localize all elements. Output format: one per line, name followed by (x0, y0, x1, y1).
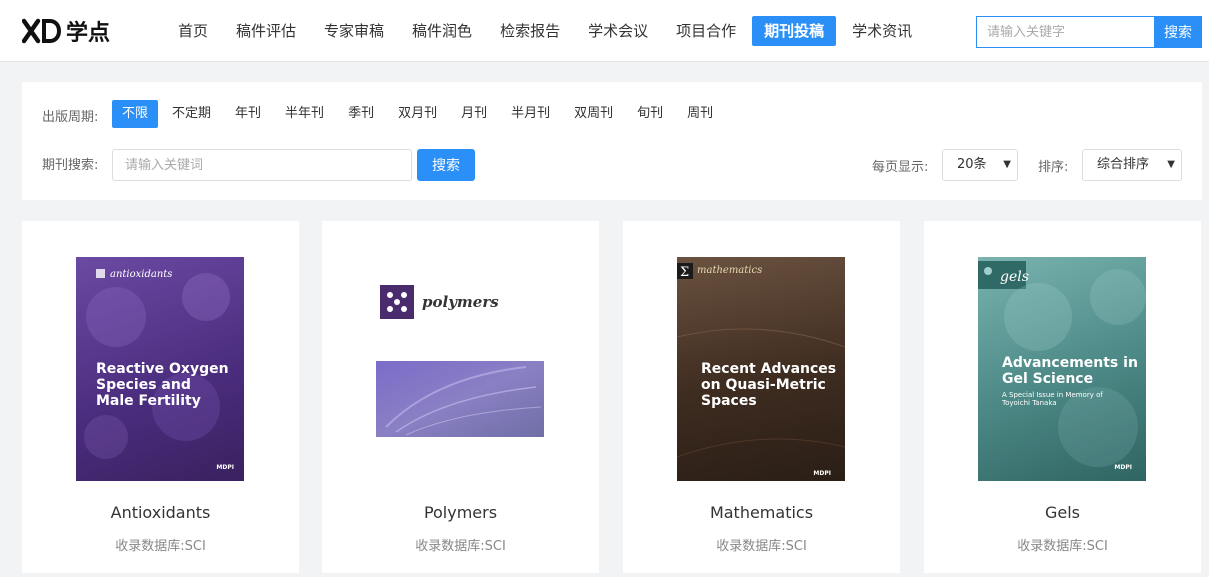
journal-cover-image[interactable]: antioxidants Reactive Oxygen Species and… (76, 257, 244, 481)
filter-panel: 出版周期: 不限 不定期 年刊 半年刊 季刊 双月刊 月刊 半月刊 双周刊 旬刊… (22, 82, 1202, 200)
main-nav: 首页 稿件评估 专家审稿 稿件润色 检索报告 学术会议 项目合作 期刊投稿 学术… (166, 16, 928, 46)
journal-name[interactable]: Polymers (322, 503, 599, 522)
frequency-option[interactable]: 半年刊 (275, 100, 334, 128)
per-page-label: 每页显示: (872, 160, 929, 175)
db-value: SCI (1086, 539, 1108, 554)
caret-down-icon: ▼ (1003, 159, 1011, 170)
journal-database: 收录数据库:SCI (924, 535, 1201, 554)
publisher-logo: MDPI (1114, 464, 1132, 471)
frequency-option[interactable]: 半月刊 (501, 100, 560, 128)
frequency-options: 不限 不定期 年刊 半年刊 季刊 双月刊 月刊 半月刊 双周刊 旬刊 周刊 (112, 100, 727, 128)
journal-search-button[interactable]: 搜索 (417, 149, 475, 181)
journal-cover-image[interactable]: Σ mathematics Recent Advances on Quasi-M… (677, 257, 845, 481)
cover-journal-name: polymers (422, 293, 499, 311)
cover-title-line: Recent Advances (701, 361, 837, 377)
frequency-option[interactable]: 周刊 (677, 100, 723, 128)
cover-title-line: on Quasi-Metric (701, 377, 826, 394)
frequency-option[interactable]: 季刊 (338, 100, 384, 128)
frequency-label: 出版周期: (42, 110, 99, 125)
cover-journal-name: mathematics (697, 265, 763, 276)
cover-title: Recent Advances on Quasi-Metric Spaces (701, 361, 836, 409)
journal-database: 收录数据库:SCI (22, 535, 299, 554)
cover-title-line: Species and (96, 377, 191, 394)
cover-title-line: Male Fertility (96, 393, 201, 410)
journal-card[interactable]: gels Advancements in Gel Science A Speci… (924, 221, 1201, 573)
frequency-option[interactable]: 双周刊 (564, 100, 623, 128)
cover-title-line: Advancements in (1002, 355, 1138, 371)
cover-journal-name: gels (1000, 269, 1029, 285)
nav-item-polishing[interactable]: 稿件润色 (400, 16, 484, 46)
per-page-select[interactable]: 20条 ▼ (942, 149, 1018, 181)
journal-cover-image[interactable]: polymers (376, 257, 544, 481)
cover-title-line: Gel Science (1002, 371, 1094, 388)
journal-name[interactable]: Gels (924, 503, 1201, 522)
cover-subtitle: A Special Issue in Memory of Toyoichi Ta… (1002, 391, 1103, 407)
nav-item-expert-review[interactable]: 专家审稿 (312, 16, 396, 46)
svg-text:Σ: Σ (680, 265, 689, 280)
publisher-logo: MDPI (216, 464, 234, 471)
journal-card[interactable]: antioxidants Reactive Oxygen Species and… (22, 221, 299, 573)
cover-subtitle-line: A Special Issue in Memory of (1002, 391, 1103, 399)
sort-select[interactable]: 综合排序 ▼ (1082, 149, 1182, 181)
frequency-option[interactable]: 不限 (112, 100, 159, 128)
publisher-logo: MDPI (813, 470, 831, 477)
nav-item-academic-news[interactable]: 学术资讯 (840, 16, 924, 46)
header-search-button[interactable]: 搜索 (1154, 16, 1202, 48)
db-value: SCI (785, 539, 807, 554)
cover-subtitle-line: Toyoichi Tanaka (1002, 399, 1057, 408)
cover-title: Advancements in Gel Science (1002, 355, 1138, 387)
frequency-option[interactable]: 双月刊 (388, 100, 447, 128)
frequency-option[interactable]: 旬刊 (627, 100, 673, 128)
per-page-value: 20条 (957, 157, 987, 172)
logo-text: 学点 (66, 20, 111, 46)
db-value: SCI (184, 539, 206, 554)
caret-down-icon: ▼ (1167, 159, 1175, 170)
nav-item-home[interactable]: 首页 (166, 16, 220, 46)
journal-search-input[interactable] (112, 149, 412, 181)
journal-name[interactable]: Antioxidants (22, 503, 299, 522)
journal-card[interactable]: Σ mathematics Recent Advances on Quasi-M… (623, 221, 900, 573)
sort-value: 综合排序 (1097, 157, 1150, 172)
xd-logo-icon (22, 18, 61, 44)
sort-label: 排序: (1038, 160, 1069, 175)
header-search: 搜索 (976, 16, 1202, 48)
db-value: SCI (484, 539, 506, 554)
journal-database: 收录数据库:SCI (322, 535, 599, 554)
journal-search-label: 期刊搜索: (42, 158, 99, 173)
db-label: 收录数据库: (415, 539, 485, 554)
cover-journal-name: antioxidants (110, 269, 173, 280)
nav-item-conferences[interactable]: 学术会议 (576, 16, 660, 46)
cover-title-line: Reactive Oxygen (96, 361, 229, 377)
db-label: 收录数据库: (716, 539, 786, 554)
db-label: 收录数据库: (1017, 539, 1087, 554)
nav-item-search-report[interactable]: 检索报告 (488, 16, 572, 46)
journal-name[interactable]: Mathematics (623, 503, 900, 522)
journal-cover-image[interactable]: gels Advancements in Gel Science A Speci… (978, 257, 1146, 481)
journal-database: 收录数据库:SCI (623, 535, 900, 554)
site-logo[interactable]: 学点 (22, 15, 118, 47)
header-search-input[interactable] (976, 16, 1154, 48)
polymers-cover-graphic (376, 285, 544, 437)
nav-item-journal-submission[interactable]: 期刊投稿 (752, 16, 837, 46)
frequency-option[interactable]: 不定期 (162, 100, 221, 128)
cover-title: Reactive Oxygen Species and Male Fertili… (96, 361, 229, 409)
frequency-option[interactable]: 年刊 (225, 100, 271, 128)
nav-item-cooperation[interactable]: 项目合作 (664, 16, 748, 46)
nav-item-manuscript-evaluation[interactable]: 稿件评估 (224, 16, 308, 46)
db-label: 收录数据库: (115, 539, 185, 554)
cover-title-line: Spaces (701, 393, 757, 410)
top-header: 学点 首页 稿件评估 专家审稿 稿件润色 检索报告 学术会议 项目合作 期刊投稿… (0, 0, 1209, 62)
journal-card[interactable]: polymers Polymers 收录数据库:SCI (322, 221, 599, 573)
frequency-option[interactable]: 月刊 (451, 100, 497, 128)
